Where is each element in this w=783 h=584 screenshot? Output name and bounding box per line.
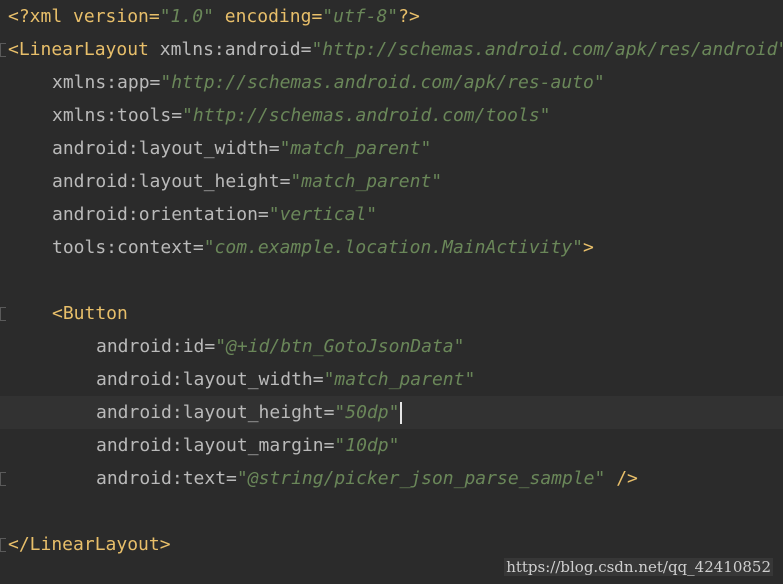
code-text: android:orientation="vertical" <box>52 204 378 225</box>
code-line[interactable]: <LinearLayout xmlns:android="http://sche… <box>0 33 783 66</box>
code-line[interactable] <box>0 495 783 528</box>
code-text: android:text="@string/picker_json_parse_… <box>96 468 638 489</box>
code-editor[interactable]: <?xml version="1.0" encoding="utf-8"?> <… <box>0 0 783 584</box>
code-line[interactable]: android:layout_height="match_parent" <box>0 165 783 198</box>
code-text: xmlns:app="http://schemas.android.com/ap… <box>52 72 605 93</box>
code-line[interactable]: android:layout_width="match_parent" <box>0 363 783 396</box>
code-line[interactable]: android:layout_margin="10dp" <box>0 429 783 462</box>
code-line[interactable]: <Button <box>0 297 783 330</box>
code-line[interactable]: tools:context="com.example.location.Main… <box>0 231 783 264</box>
code-line[interactable]: android:id="@+id/btn_GotoJsonData" <box>0 330 783 363</box>
fold-marker-icon[interactable] <box>0 43 6 57</box>
code-text: </LinearLayout> <box>8 534 171 555</box>
watermark: https://blog.csdn.net/qq_42410852 <box>504 558 773 576</box>
code-line[interactable] <box>0 264 783 297</box>
code-text: <LinearLayout xmlns:android="http://sche… <box>8 39 783 60</box>
code-line-current[interactable]: android:layout_height="50dp" <box>0 396 783 429</box>
code-text: <Button <box>52 303 128 324</box>
fold-marker-icon[interactable] <box>0 472 6 486</box>
code-text: android:layout_height="50dp" <box>96 396 403 429</box>
text-caret <box>400 402 403 424</box>
code-line[interactable]: xmlns:app="http://schemas.android.com/ap… <box>0 66 783 99</box>
code-text: android:id="@+id/btn_GotoJsonData" <box>96 336 465 357</box>
code-text: android:layout_margin="10dp" <box>96 435 400 456</box>
code-line[interactable]: android:layout_width="match_parent" <box>0 132 783 165</box>
code-line[interactable]: xmlns:tools="http://schemas.android.com/… <box>0 99 783 132</box>
code-line[interactable]: android:orientation="vertical" <box>0 198 783 231</box>
code-line[interactable]: </LinearLayout> <box>0 528 783 561</box>
code-text: android:layout_height="match_parent" <box>52 171 443 192</box>
code-text: android:layout_width="match_parent" <box>52 138 432 159</box>
fold-marker-icon[interactable] <box>0 538 6 552</box>
fold-marker-icon[interactable] <box>0 307 6 321</box>
code-text: android:layout_width="match_parent" <box>96 369 476 390</box>
code-line[interactable]: <?xml version="1.0" encoding="utf-8"?> <box>0 0 783 33</box>
code-text: <?xml version="1.0" encoding="utf-8"?> <box>8 6 420 27</box>
code-line[interactable]: android:text="@string/picker_json_parse_… <box>0 462 783 495</box>
code-text: tools:context="com.example.location.Main… <box>52 237 594 258</box>
code-text: xmlns:tools="http://schemas.android.com/… <box>52 105 551 126</box>
